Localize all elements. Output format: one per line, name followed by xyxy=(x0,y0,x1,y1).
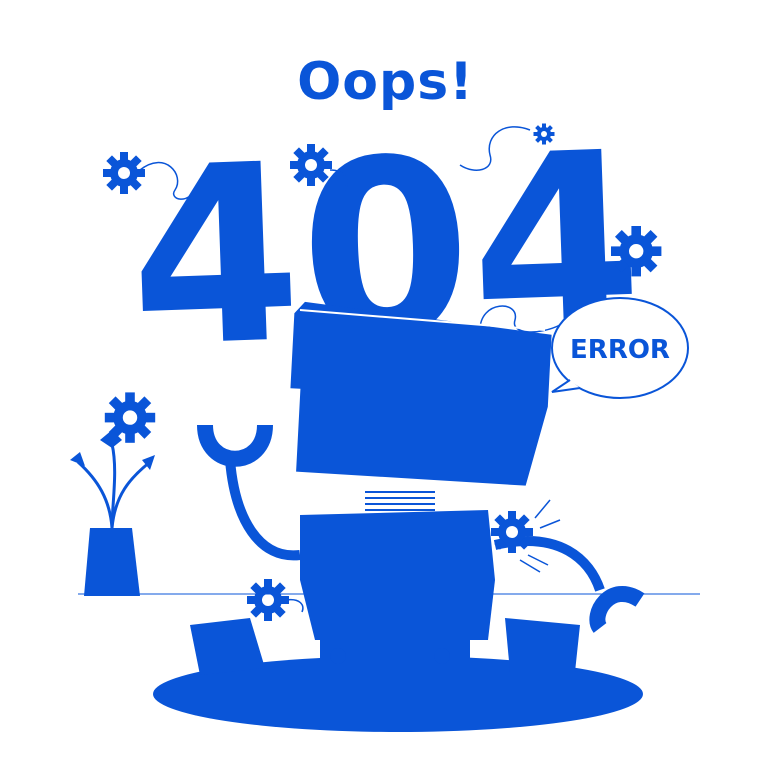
gear-icon xyxy=(247,579,304,621)
error-bubble-text: ERROR xyxy=(570,335,670,365)
gear-icon xyxy=(491,511,533,553)
gear-icon xyxy=(611,226,662,277)
plant-icon xyxy=(70,430,155,596)
error-page: Oops! 404 ERROR xyxy=(0,0,771,770)
error-illustration: 404 ERROR xyxy=(70,99,700,732)
